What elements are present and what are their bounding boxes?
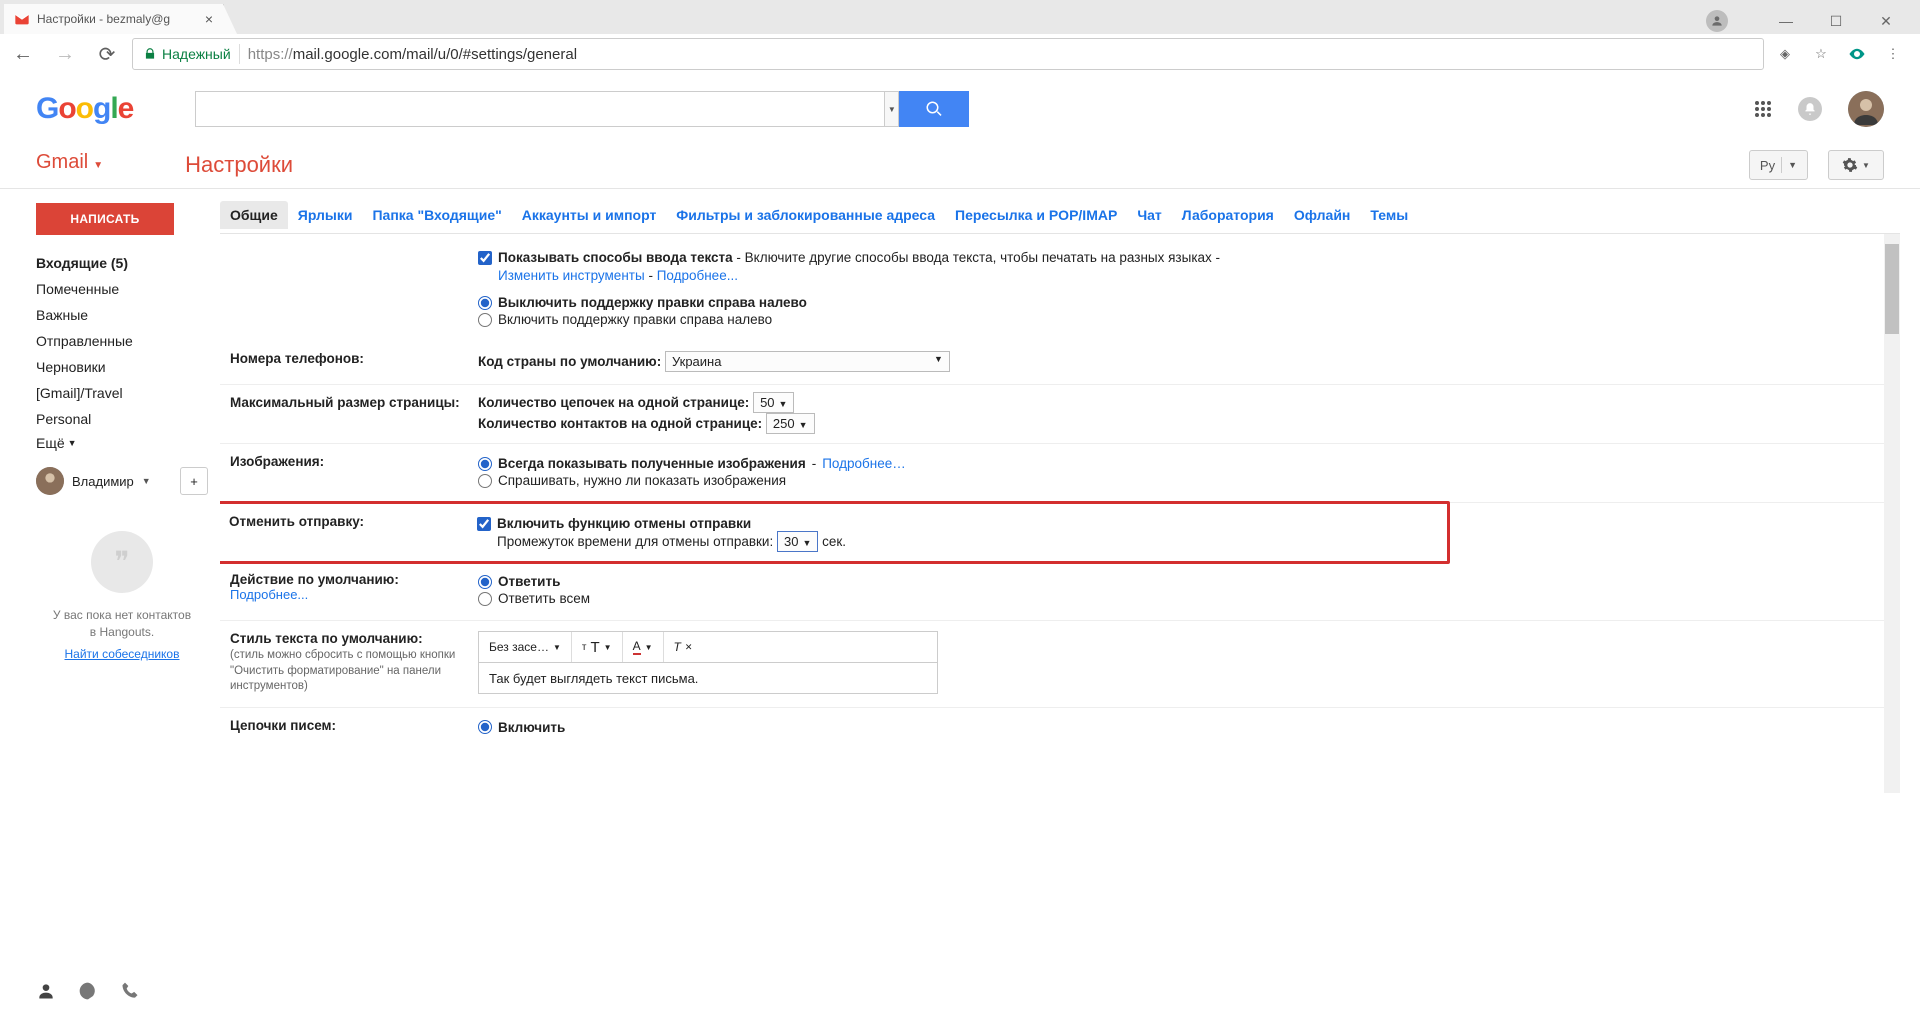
learn-more-link[interactable]: Подробнее... (657, 268, 738, 283)
google-apps-icon[interactable] (1754, 100, 1772, 118)
settings-gear-button[interactable]: ▼ (1828, 150, 1884, 180)
gmail-dropdown[interactable]: Gmail ▼ (36, 151, 103, 180)
undo-delay-select[interactable]: 30▼ (777, 531, 818, 552)
page-title: Настройки (185, 152, 293, 178)
scrollbar-thumb[interactable] (1885, 244, 1899, 334)
settings-tab[interactable]: Чат (1127, 201, 1171, 229)
font-size-select[interactable]: тT ▼ (572, 632, 623, 662)
setting-text-style-label: Стиль текста по умолчанию: (стиль можно … (230, 631, 478, 695)
caret-down-icon: ▼ (93, 160, 103, 171)
menu-icon[interactable]: ⋮ (1880, 41, 1906, 67)
setting-threads-label: Цепочки писем: (230, 718, 478, 737)
settings-tab[interactable]: Темы (1360, 201, 1418, 229)
rtl-off-radio[interactable] (478, 296, 492, 310)
edit-tools-link[interactable]: Изменить инструменты (498, 268, 645, 283)
google-logo[interactable]: Google (36, 92, 133, 126)
sidebar-item[interactable]: Черновики (36, 357, 208, 377)
hangouts-empty-text: У вас пока нет контактов в Hangouts. (53, 607, 191, 641)
hangouts-find-link[interactable]: Найти собеседников (65, 647, 180, 661)
caret-down-icon[interactable]: ▼ (142, 476, 151, 486)
window-maximize-icon[interactable]: ☐ (1814, 8, 1858, 34)
settings-tab[interactable]: Офлайн (1284, 201, 1361, 229)
settings-tab[interactable]: Лаборатория (1172, 201, 1284, 229)
caret-down-icon: ▼ (1862, 161, 1870, 170)
input-tools-button[interactable]: Ру ▼ (1749, 150, 1808, 180)
address-bar[interactable]: Надежный https://mail.google.com/mail/u/… (132, 38, 1764, 70)
text-style-toolbar: Без засе… ▼ тT ▼ A ▼ T✕ (478, 631, 938, 663)
reply-radio[interactable] (478, 575, 492, 589)
country-select[interactable]: Украина ▼ (665, 351, 950, 372)
search-dropdown[interactable]: ▼ (885, 91, 899, 127)
sidebar-item[interactable]: Personal (36, 409, 208, 429)
threads-on-radio[interactable] (478, 720, 492, 734)
more-labels[interactable]: Ещё ▼ (36, 435, 208, 451)
learn-more-link[interactable]: Подробнее... (230, 587, 308, 602)
separator (239, 44, 240, 64)
images-ask-radio[interactable] (478, 474, 492, 488)
tab-close-icon[interactable]: × (205, 11, 213, 27)
images-always-radio[interactable] (478, 457, 492, 471)
gmail-favicon (14, 11, 30, 27)
threads-per-page-select[interactable]: 50▼ (753, 392, 794, 413)
hangouts-icon: ❞ (91, 531, 153, 593)
caret-down-icon: ▼ (68, 438, 77, 448)
setting-images-label: Изображения: (230, 454, 478, 490)
settings-tab[interactable]: Общие (220, 201, 288, 229)
sidebar-item[interactable]: Важные (36, 305, 208, 325)
hangouts-chat-icon[interactable] (78, 981, 98, 1007)
sidebar-item[interactable]: Отправленные (36, 331, 208, 351)
input-methods-checkbox[interactable] (478, 251, 492, 265)
font-color-select[interactable]: A ▼ (623, 632, 664, 662)
setting-phones-label: Номера телефонов: (230, 351, 478, 372)
settings-tab[interactable]: Папка "Входящие" (362, 201, 511, 229)
reload-button[interactable]: ⟳ (90, 37, 124, 71)
browser-tab[interactable]: Настройки - bezmaly@g × (4, 4, 224, 34)
add-contact-button[interactable]: + (180, 467, 208, 495)
notifications-icon[interactable] (1798, 97, 1822, 121)
sidebar-item[interactable]: Помеченные (36, 279, 208, 299)
phone-icon[interactable] (120, 981, 140, 1007)
scrollbar[interactable] (1884, 234, 1900, 793)
window-close-icon[interactable]: ✕ (1864, 8, 1908, 34)
search-button[interactable] (899, 91, 969, 127)
secure-label: Надежный (162, 46, 231, 62)
setting-undo-label: Отменить отправку: (229, 514, 477, 549)
secure-indicator: Надежный (143, 46, 231, 62)
search-input[interactable] (195, 91, 885, 127)
avatar[interactable] (36, 467, 64, 495)
contacts-icon[interactable] (36, 981, 56, 1007)
clear-formatting-button[interactable]: T✕ (664, 632, 703, 662)
account-icon[interactable] (1706, 10, 1728, 32)
learn-more-link[interactable]: Подробнее… (822, 456, 906, 471)
rtl-on-radio[interactable] (478, 313, 492, 327)
compose-button[interactable]: НАПИСАТЬ (36, 203, 174, 235)
eye-icon[interactable] (1844, 41, 1870, 67)
back-button[interactable]: ← (6, 37, 40, 71)
font-family-select[interactable]: Без засе… ▼ (479, 632, 572, 662)
settings-tab[interactable]: Аккаунты и импорт (512, 201, 667, 229)
settings-tab[interactable]: Ярлыки (288, 201, 363, 229)
url-text: https://mail.google.com/mail/u/0/#settin… (248, 46, 577, 63)
sidebar-item[interactable]: Входящие (5) (36, 253, 208, 273)
setting-default-reply-label: Действие по умолчанию: Подробнее... (230, 572, 478, 608)
setting-pagesize-label: Максимальный размер страницы: (230, 395, 478, 431)
forward-button: → (48, 37, 82, 71)
undo-send-highlight: Отменить отправку: Включить функцию отме… (220, 501, 1450, 564)
caret-down-icon: ▼ (1788, 160, 1797, 170)
avatar[interactable] (1848, 91, 1884, 127)
text-style-preview: Так будет выглядеть текст письма. (478, 662, 938, 694)
window-minimize-icon[interactable]: — (1764, 8, 1808, 34)
tab-title: Настройки - bezmaly@g (37, 12, 198, 26)
undo-send-checkbox[interactable] (477, 517, 491, 531)
settings-tab[interactable]: Пересылка и POP/IMAP (945, 201, 1127, 229)
reply-all-radio[interactable] (478, 592, 492, 606)
extension-icon[interactable]: ◈ (1772, 41, 1798, 67)
sidebar-item[interactable]: [Gmail]/Travel (36, 383, 208, 403)
bookmark-star-icon[interactable]: ☆ (1808, 41, 1834, 67)
contacts-per-page-select[interactable]: 250▼ (766, 413, 815, 434)
user-name: Владимир (72, 474, 134, 489)
settings-tab[interactable]: Фильтры и заблокированные адреса (666, 201, 945, 229)
